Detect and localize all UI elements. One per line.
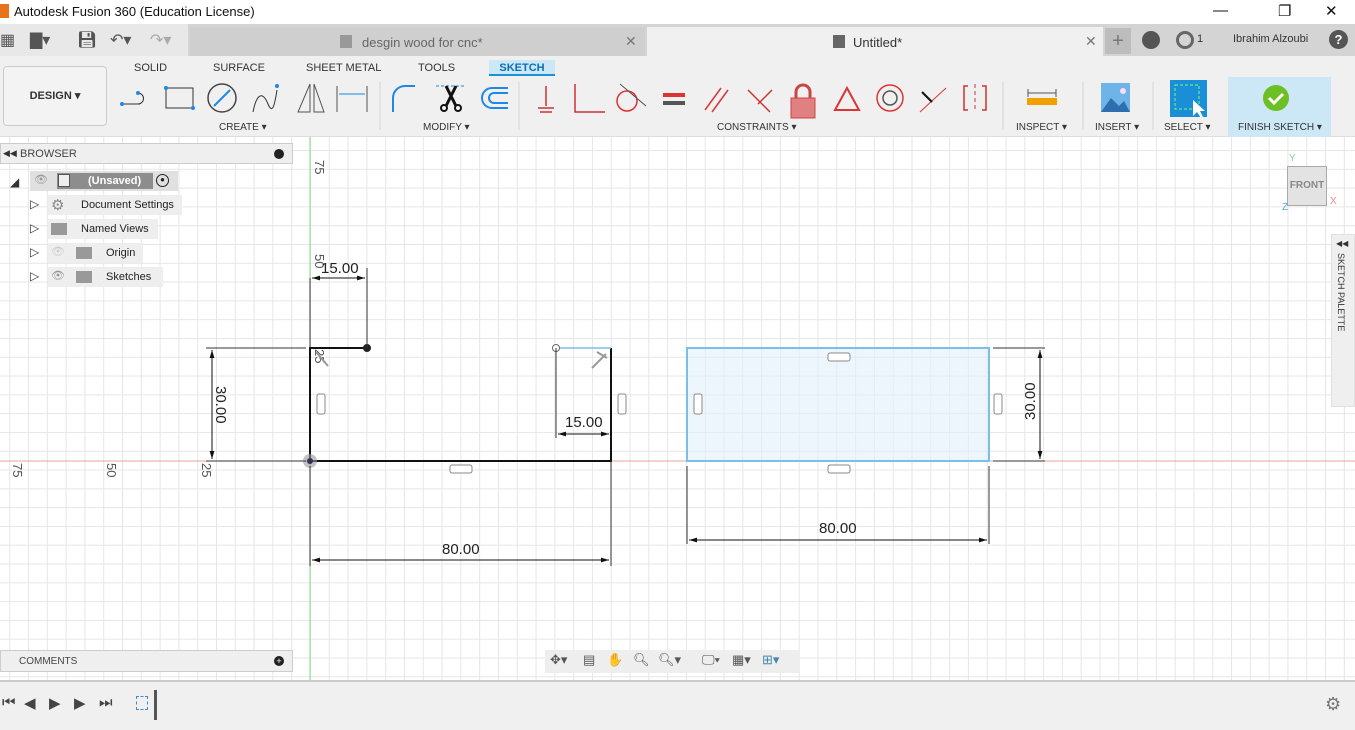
timeline: ⏮ ◀ ▶ ▶ ⏭ ⚙ [0, 680, 1355, 730]
eye-icon[interactable]: 👁︎ [51, 269, 65, 282]
zoom-icon[interactable]: 🔍︎ [633, 652, 650, 668]
browser-root-item[interactable]: 👁︎ (Unsaved) ● [30, 171, 178, 191]
dimension-80-bottom[interactable]: 80.00 [442, 541, 480, 558]
play-icon[interactable]: ▶ [49, 694, 61, 712]
browser-title: BROWSER [20, 148, 77, 160]
eye-icon[interactable]: 👁︎ [34, 173, 48, 186]
grid-settings-icon[interactable]: ▦▾ [732, 652, 751, 668]
dimension-30-rect[interactable]: 30.00 [1022, 382, 1039, 420]
step-forward-icon[interactable]: ▶ [74, 694, 86, 712]
display-settings-icon[interactable]: 🖵▾ [702, 652, 720, 668]
axis-label-x-50: 50 [104, 463, 119, 477]
comments-panel[interactable]: COMMENTS + [0, 650, 293, 672]
activate-radio-icon[interactable]: ● [156, 174, 169, 187]
browser-minimize-icon[interactable] [274, 149, 284, 159]
component-icon [58, 174, 70, 187]
sketch-geometry: 75 50 25 75 50 25 15.00 30.00 15.00 80.0… [0, 137, 1355, 680]
axis-label-x-75: 75 [10, 463, 25, 477]
timeline-settings-gear-icon[interactable]: ⚙ [1325, 694, 1341, 715]
go-to-end-icon[interactable]: ⏭ [99, 694, 113, 711]
view-cube-x-label: X [1330, 196, 1337, 207]
navigation-bar: ✥▾ ▤ ✋ 🔍︎ 🔍︎▾ 🖵▾ ▦▾ ⊞▾ [545, 650, 800, 673]
sketch-palette-label: SKETCH PALETTE [1336, 253, 1346, 332]
axis-label-x-25: 25 [199, 463, 214, 477]
dimension-15-top[interactable]: 15.00 [321, 260, 359, 277]
item-label: Named Views [81, 223, 149, 235]
browser-panel-header[interactable]: ◀◀ BROWSER [0, 143, 293, 164]
view-cube-z-label: Z [1282, 202, 1289, 213]
axis-label-y-75: 75 [312, 160, 327, 174]
dimension-80-rect[interactable]: 80.00 [819, 520, 857, 537]
profile-lines [309, 347, 612, 462]
view-cube-y-label: Y [1289, 153, 1296, 164]
dimension-30-left[interactable]: 30.00 [212, 386, 229, 424]
eye-hidden-icon[interactable]: 👁︎ [51, 245, 65, 258]
root-label: (Unsaved) [88, 175, 142, 187]
step-back-icon[interactable]: ◀ [24, 694, 36, 712]
folder-icon [76, 247, 92, 259]
viewports-icon[interactable]: ⊞▾ [762, 652, 779, 668]
folder-icon [51, 223, 67, 235]
look-at-icon[interactable]: ▤ [583, 652, 595, 668]
selected-rectangle[interactable] [686, 347, 990, 462]
comments-title: COMMENTS [19, 656, 78, 667]
view-cube[interactable]: FRONT [1287, 166, 1327, 206]
view-cube-face[interactable]: FRONT [1290, 180, 1324, 191]
collapse-browser-icon[interactable]: ◀◀ [3, 148, 17, 159]
dimension-15-notch[interactable]: 15.00 [565, 414, 603, 431]
add-comment-icon[interactable]: + [274, 656, 284, 666]
item-label: Document Settings [81, 199, 174, 211]
root-expand-icon[interactable]: ◢ [10, 173, 19, 191]
perpendicular-constraint-glyph [591, 351, 608, 369]
gear-icon: ⚙ [51, 197, 65, 214]
profile-left[interactable] [303, 344, 612, 468]
item-label: Sketches [106, 271, 152, 283]
go-to-start-icon[interactable]: ⏮ [2, 694, 16, 711]
expand-palette-icon[interactable]: ◀◀ [1336, 239, 1348, 248]
item-label: Origin [106, 247, 136, 259]
pan-icon[interactable]: ✋ [607, 652, 623, 668]
fit-icon[interactable]: 🔍︎▾ [658, 652, 681, 668]
sketch-feature-icon[interactable] [136, 696, 148, 710]
sketch-palette-tab[interactable]: ◀◀ SKETCH PALETTE [1331, 234, 1355, 407]
folder-icon [76, 271, 92, 283]
timeline-marker[interactable] [154, 690, 157, 720]
orbit-icon[interactable]: ✥▾ [550, 652, 567, 668]
